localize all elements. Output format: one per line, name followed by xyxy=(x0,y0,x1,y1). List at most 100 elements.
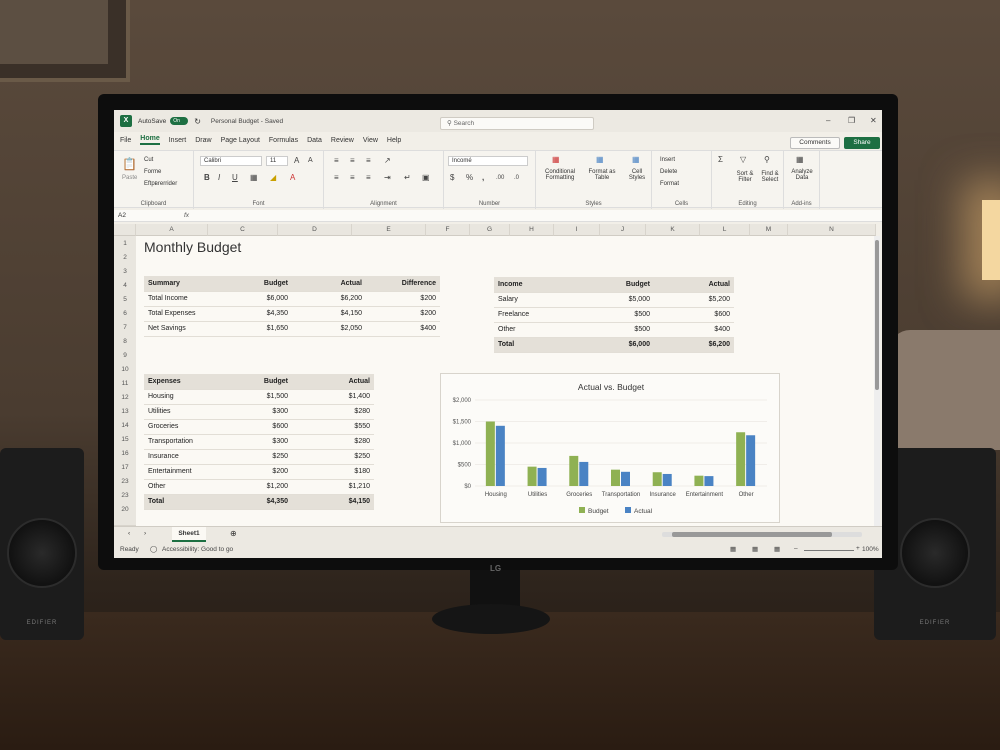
row-header[interactable]: 15 xyxy=(114,432,136,447)
table-header[interactable]: Difference xyxy=(366,276,440,292)
table-header[interactable]: Income xyxy=(494,277,574,293)
table-cell[interactable]: Salary xyxy=(494,292,574,308)
column-header[interactable]: L xyxy=(700,224,750,236)
align-center-icon[interactable]: ≡ xyxy=(350,173,355,183)
select-all-corner[interactable] xyxy=(114,224,136,236)
table-cell[interactable]: $550 xyxy=(292,419,374,435)
vertical-scrollbar[interactable] xyxy=(874,236,880,526)
table-cell[interactable]: Total xyxy=(144,494,226,510)
column-header[interactable]: F xyxy=(426,224,470,236)
tab-home[interactable]: Home xyxy=(140,135,160,145)
cell-styles-icon[interactable]: ▦ xyxy=(632,155,640,165)
row-header[interactable]: 3 xyxy=(114,264,136,279)
underline-icon[interactable]: U xyxy=(232,173,238,183)
decrease-decimal-icon[interactable]: .0 xyxy=(514,173,519,183)
wrap-text-icon[interactable]: ↵ xyxy=(404,173,411,183)
table-cell[interactable]: $6,000 xyxy=(226,291,292,307)
row-header[interactable]: 2 xyxy=(114,250,136,265)
grow-font-icon[interactable]: A xyxy=(294,156,299,166)
add-sheet-icon[interactable]: ⊕ xyxy=(230,529,237,538)
format-as-table-icon[interactable]: ▦ xyxy=(596,155,604,165)
zoom-out-icon[interactable]: – xyxy=(794,545,798,552)
italic-icon[interactable]: I xyxy=(218,173,220,183)
row-header[interactable]: 4 xyxy=(114,278,136,293)
table-header[interactable]: Actual xyxy=(654,277,734,293)
orientation-icon[interactable]: ↗ xyxy=(384,156,391,166)
indent-icon[interactable]: ⇥ xyxy=(384,173,391,183)
table-cell[interactable]: $600 xyxy=(226,419,292,435)
fx-icon[interactable]: fx xyxy=(184,210,189,222)
table-cell[interactable]: $1,210 xyxy=(292,479,374,495)
table-cell[interactable]: $600 xyxy=(654,307,734,323)
font-color-icon[interactable]: A xyxy=(290,173,295,183)
name-box[interactable]: A2 xyxy=(118,211,172,221)
column-header[interactable]: I xyxy=(554,224,600,236)
horizontal-scrollbar[interactable] xyxy=(662,532,862,537)
row-header[interactable]: 23 xyxy=(114,488,136,503)
column-header[interactable]: A xyxy=(136,224,208,236)
align-middle-icon[interactable]: ≡ xyxy=(350,156,355,166)
table-cell[interactable]: $1,200 xyxy=(226,479,292,495)
number-format-select[interactable]: Incomé xyxy=(448,156,528,166)
borders-icon[interactable]: ▦ xyxy=(250,173,258,183)
table-cell[interactable]: $250 xyxy=(226,449,292,465)
fill-color-icon[interactable]: ◢ xyxy=(270,173,276,183)
table-cell[interactable]: $300 xyxy=(226,434,292,450)
insert-cells-button[interactable]: Insert xyxy=(660,157,675,163)
row-header[interactable]: 13 xyxy=(114,404,136,419)
row-header[interactable]: 6 xyxy=(114,306,136,321)
find-select-icon[interactable]: ⚲ xyxy=(764,155,770,165)
conditional-formatting-icon[interactable]: ▦ xyxy=(552,155,560,165)
table-cell[interactable]: $400 xyxy=(654,322,734,338)
analyze-data-button[interactable]: Analyze Data xyxy=(786,169,818,181)
prev-sheet-icon[interactable]: ‹ xyxy=(128,530,130,537)
row-header[interactable]: 11 xyxy=(114,376,136,391)
row-header[interactable]: 10 xyxy=(114,362,136,377)
table-cell[interactable]: Utilities xyxy=(144,404,226,420)
row-header[interactable]: 8 xyxy=(114,334,136,349)
column-header[interactable]: H xyxy=(510,224,554,236)
table-header[interactable]: Actual xyxy=(292,276,366,292)
format-as-table-button[interactable]: Format as Table xyxy=(584,169,620,181)
row-header[interactable]: 20 xyxy=(114,502,136,526)
table-cell[interactable]: $200 xyxy=(226,464,292,480)
table-cell[interactable]: Other xyxy=(494,322,574,338)
tab-formulas[interactable]: Formulas xyxy=(269,137,298,144)
tab-review[interactable]: Review xyxy=(331,137,354,144)
row-header[interactable]: 1 xyxy=(114,236,136,251)
shrink-font-icon[interactable]: A xyxy=(308,156,313,166)
table-header[interactable]: Actual xyxy=(292,374,374,390)
bold-icon[interactable]: B xyxy=(204,173,210,183)
analyze-data-icon[interactable]: ▦ xyxy=(796,155,804,165)
align-right-icon[interactable]: ≡ xyxy=(366,173,371,183)
table-cell[interactable]: $6,200 xyxy=(292,291,366,307)
table-cell[interactable]: $1,400 xyxy=(292,389,374,405)
share-button[interactable]: Share xyxy=(844,137,880,149)
table-cell[interactable]: $500 xyxy=(574,322,654,338)
table-cell[interactable]: $5,200 xyxy=(654,292,734,308)
accessibility-icon[interactable]: ◯ xyxy=(150,545,157,553)
column-header[interactable]: K xyxy=(646,224,700,236)
table-cell[interactable]: $300 xyxy=(226,404,292,420)
align-bottom-icon[interactable]: ≡ xyxy=(366,156,371,166)
row-header[interactable]: 17 xyxy=(114,460,136,475)
table-cell[interactable]: Total Income xyxy=(144,291,226,307)
table-cell[interactable]: Freelance xyxy=(494,307,574,323)
tab-draw[interactable]: Draw xyxy=(195,137,211,144)
row-header[interactable]: 12 xyxy=(114,390,136,405)
find-select-button[interactable]: Find & Select xyxy=(758,171,782,183)
close-icon[interactable]: ✕ xyxy=(870,116,877,125)
table-header[interactable]: Summary xyxy=(144,276,226,292)
column-header[interactable]: M xyxy=(750,224,788,236)
table-cell[interactable]: $6,200 xyxy=(654,337,734,353)
table-cell[interactable]: $200 xyxy=(366,291,440,307)
row-header[interactable]: 16 xyxy=(114,446,136,461)
table-cell[interactable]: Transportation xyxy=(144,434,226,450)
autosave-toggle[interactable]: On xyxy=(170,117,189,125)
increase-decimal-icon[interactable]: .00 xyxy=(496,173,504,183)
page-break-view-icon[interactable]: ▦ xyxy=(774,545,780,553)
table-cell[interactable]: $4,350 xyxy=(226,494,292,510)
align-left-icon[interactable]: ≡ xyxy=(334,173,339,183)
sheet-title[interactable]: Monthly Budget xyxy=(144,239,241,255)
table-cell[interactable]: Total Expenses xyxy=(144,306,226,322)
